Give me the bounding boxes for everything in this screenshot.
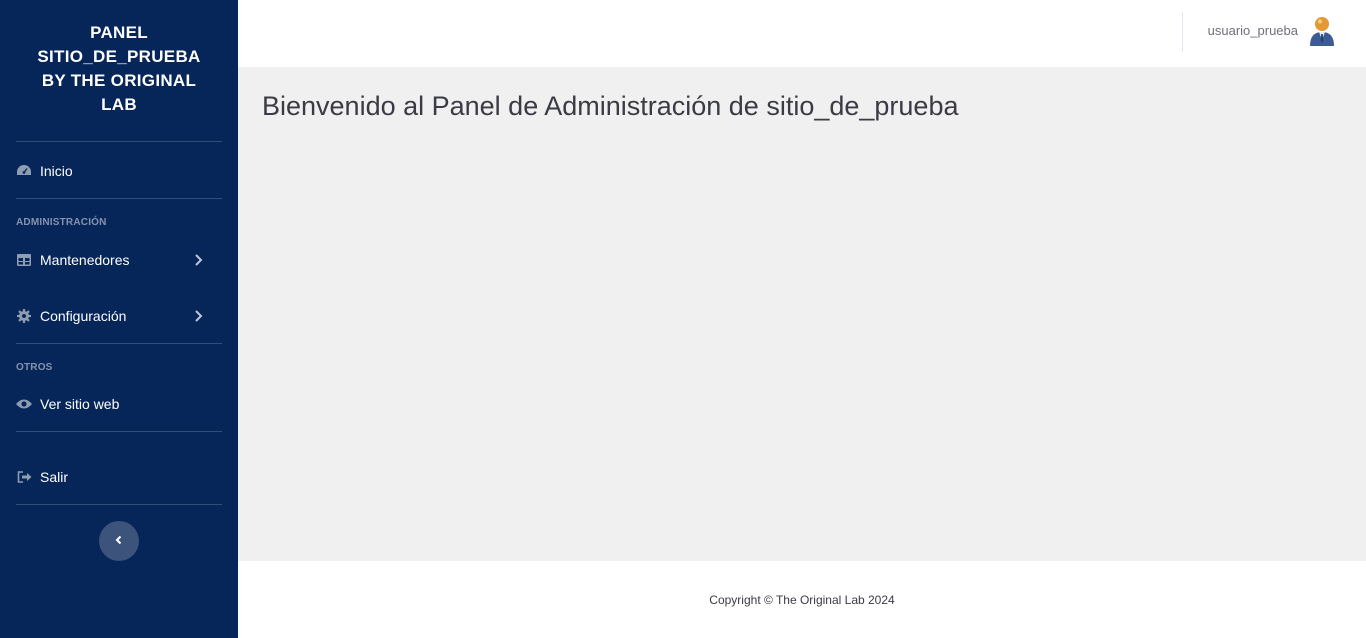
sidebar-item-label: Configuración	[40, 308, 127, 324]
sidebar-divider	[16, 141, 222, 142]
sidebar-item-label: Mantenedores	[40, 252, 130, 268]
eye-icon	[16, 396, 32, 412]
topbar: usuario_prueba	[238, 0, 1366, 67]
sidebar-item-label: Ver sitio web	[40, 396, 120, 412]
chevron-right-icon	[190, 308, 206, 324]
footer: Copyright © The Original Lab 2024	[238, 561, 1366, 638]
section-heading-administracion: ADMINISTRACIÓN	[16, 217, 107, 228]
user-name[interactable]: usuario_prueba	[1208, 23, 1298, 38]
sidebar-item-label: Salir	[40, 469, 69, 485]
gear-icon	[16, 308, 32, 324]
sidebar-brand[interactable]: PANEL SITIO_DE_PRUEBA BY THE ORIGINAL LA…	[0, 0, 238, 141]
sidebar-item-configuracion[interactable]: Configuración	[16, 301, 222, 331]
chevron-left-icon	[114, 532, 124, 550]
chevron-right-icon	[190, 252, 206, 268]
footer-copyright: Copyright © The Original Lab 2024	[709, 592, 895, 607]
topbar-divider	[1182, 12, 1183, 52]
sidebar-divider	[16, 504, 222, 505]
sidebar-divider	[16, 198, 222, 199]
sidebar-toggle-button[interactable]	[99, 521, 139, 561]
sign-out-icon	[16, 469, 32, 485]
section-heading-otros: OTROS	[16, 362, 53, 373]
page-title: Bienvenido al Panel de Administración de…	[262, 91, 959, 121]
sidebar-divider	[16, 431, 222, 432]
sidebar-item-salir[interactable]: Salir	[16, 462, 222, 492]
tachometer-icon	[16, 163, 32, 179]
sidebar-item-ver-sitio[interactable]: Ver sitio web	[16, 389, 222, 419]
sidebar-item-inicio[interactable]: Inicio	[16, 156, 222, 186]
user-avatar-icon[interactable]	[1309, 15, 1335, 46]
sidebar-item-mantenedores[interactable]: Mantenedores	[16, 245, 222, 275]
sidebar-divider	[16, 343, 222, 344]
sidebar-item-label: Inicio	[40, 163, 73, 179]
sidebar: PANEL SITIO_DE_PRUEBA BY THE ORIGINAL LA…	[0, 0, 238, 638]
table-icon	[16, 252, 32, 268]
